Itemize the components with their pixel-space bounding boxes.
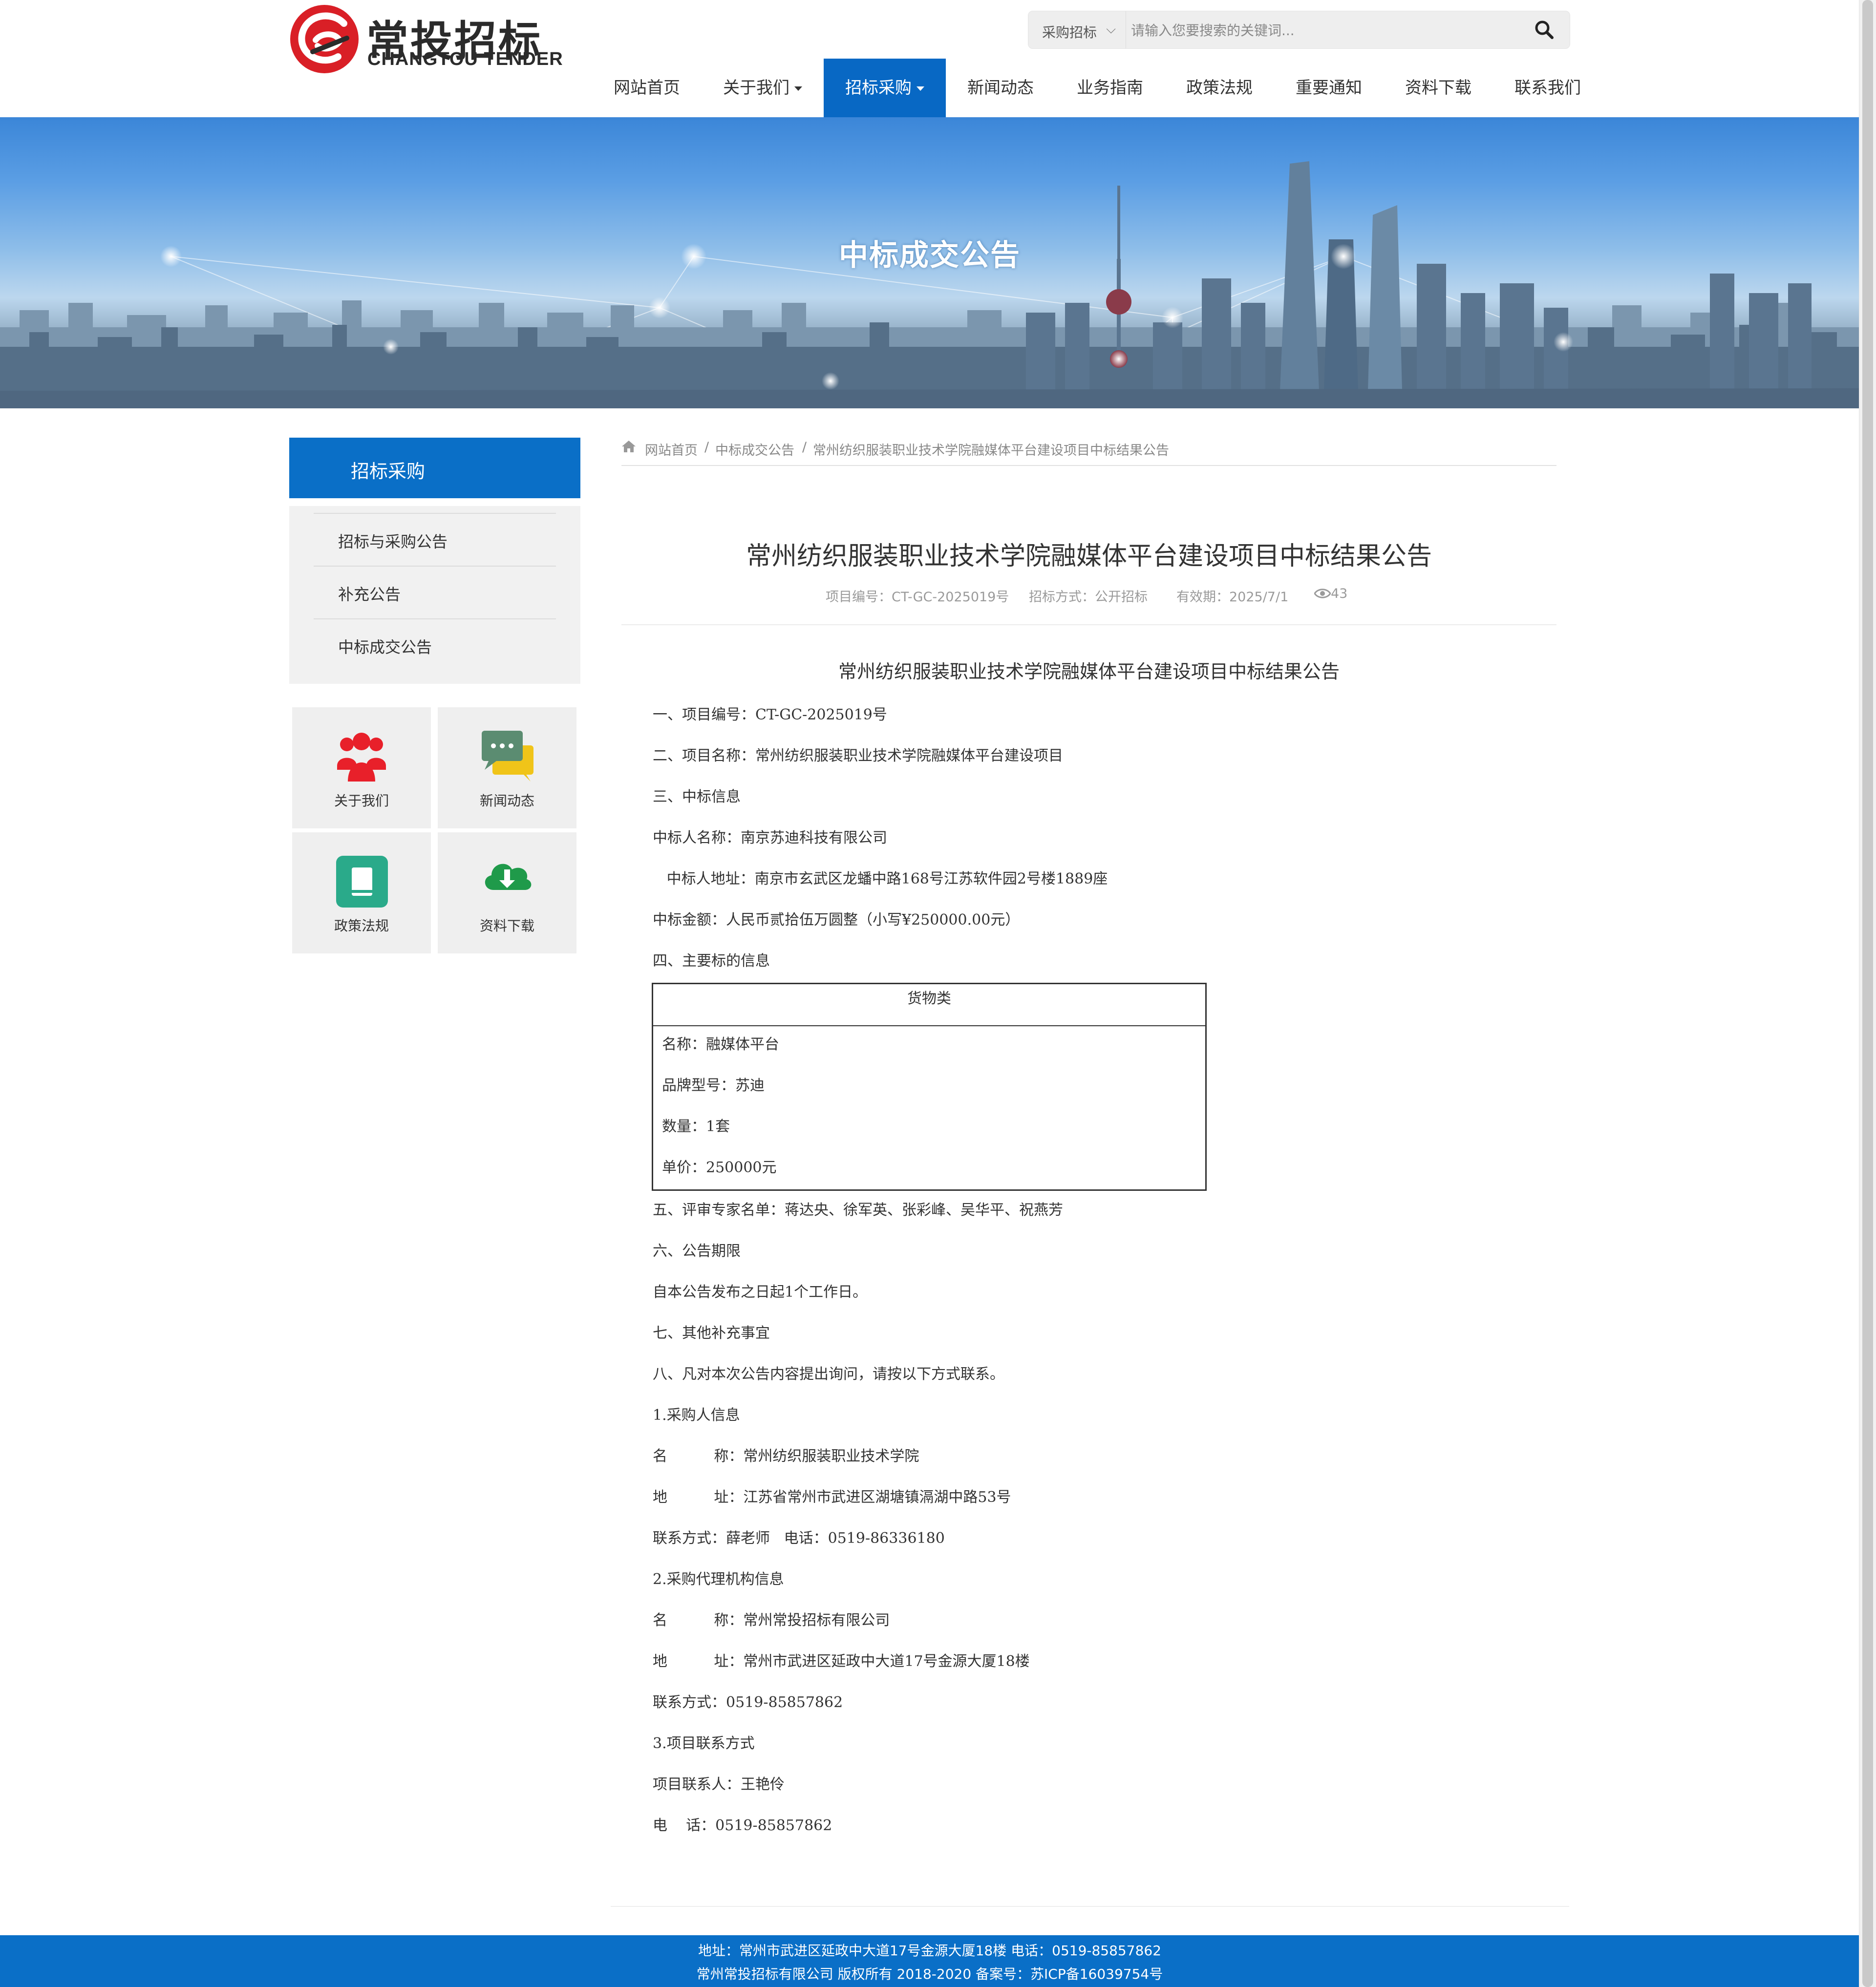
search-input[interactable] xyxy=(1130,16,1503,44)
chat-icon xyxy=(482,731,533,782)
nav-policy[interactable]: 政策法规 xyxy=(1165,59,1274,117)
banner-title: 中标成交公告 xyxy=(839,238,1021,273)
breadcrumb-current: 常州纺织服装职业技术学院融媒体平台建设项目中标结果公告 xyxy=(813,443,1169,458)
home-icon xyxy=(622,441,636,452)
doc-title: 常州纺织服装职业技术学院融媒体平台建设项目中标结果公告 xyxy=(838,661,1340,682)
sidebar-item-tender-notice[interactable]: 招标与采购公告 xyxy=(314,513,556,566)
nav-notice[interactable]: 重要通知 xyxy=(1274,59,1384,117)
breadcrumb-separator: / xyxy=(704,440,709,455)
table-row: 数量：1套 xyxy=(662,1118,730,1135)
breadcrumb-home[interactable]: 网站首页 xyxy=(645,440,698,459)
doc-line: 名 称：常州纺织服装职业技术学院 xyxy=(653,1448,919,1465)
validity-date: 有效期：2025/7/1 xyxy=(1176,590,1289,605)
doc-line: 自本公告发布之日起1个工作日。 xyxy=(653,1284,868,1301)
doc-line: 地 址：江苏省常州市武进区湖塘镇滆湖中路53号 xyxy=(653,1489,1011,1506)
doc-line: 联系方式：薛老师 电话：0519-86336180 xyxy=(653,1530,945,1547)
nav-home[interactable]: 网站首页 xyxy=(592,59,702,117)
site-logo[interactable]: 常投招标 CHANGTOU TENDER xyxy=(289,4,563,75)
nav-download[interactable]: 资料下载 xyxy=(1384,59,1493,117)
search-icon[interactable] xyxy=(1534,19,1555,41)
sidebar-menu: 招标与采购公告 补充公告 中标成交公告 xyxy=(289,506,580,684)
table-row: 单价：250000元 xyxy=(662,1159,777,1176)
footer-address: 地址：常州市武进区延政中大道17号金源大厦18楼 电话：0519-8585786… xyxy=(698,1943,1162,1959)
table-row: 名称：融媒体平台 xyxy=(662,1036,779,1053)
eye-icon xyxy=(1314,589,1331,598)
caret-down-icon xyxy=(917,86,924,91)
doc-line: 地 址：常州市武进区延政中大道17号金源大厦18楼 xyxy=(653,1653,1030,1670)
main-nav: 网站首页 关于我们 招标采购 新闻动态 业务指南 政策法规 重要通知 资料下载 … xyxy=(592,59,1602,117)
nav-about[interactable]: 关于我们 xyxy=(702,59,824,117)
doc-line: 六、公告期限 xyxy=(653,1243,741,1260)
search-category-value: 采购招标 xyxy=(1042,24,1097,41)
logo-mark-icon xyxy=(290,5,359,73)
scrollbar-thumb[interactable] xyxy=(1862,0,1873,1987)
doc-line: 三、中标信息 xyxy=(653,788,741,805)
doc-line: 五、评审专家名单：蒋达央、徐军英、张彩峰、吴华平、祝燕芳 xyxy=(653,1202,1063,1219)
doc-line: 中标金额：人民币贰拾伍万圆整（小写¥250000.00元） xyxy=(653,911,1020,929)
sidebar-title: 招标采购 xyxy=(289,438,580,498)
quick-link-about[interactable]: 关于我们 xyxy=(292,707,431,828)
goods-table: 货物类 名称：融媒体平台 品牌型号：苏迪 数量：1套 单价：250000元 xyxy=(652,983,1207,1191)
doc-line: 名 称：常州常投招标有限公司 xyxy=(653,1612,890,1629)
page-banner: 中标成交公告 xyxy=(0,117,1859,408)
divider xyxy=(621,624,1556,625)
doc-line: 八、凡对本次公告内容提出询问，请按以下方式联系。 xyxy=(653,1366,1004,1383)
breadcrumb: 网站首页 / 中标成交公告 / 常州纺织服装职业技术学院融媒体平台建设项目中标结… xyxy=(621,440,1556,466)
sidebar-item-supplement[interactable]: 补充公告 xyxy=(314,566,556,618)
search-category-select[interactable]: 采购招标 ⌵ xyxy=(1028,11,1126,48)
doc-line: 3.项目联系方式 xyxy=(653,1735,755,1752)
doc-line: 电 话：0519-85857862 xyxy=(653,1817,832,1834)
doc-line: 四、主要标的信息 xyxy=(653,952,770,970)
scrollbar[interactable] xyxy=(1859,0,1876,1987)
book-icon xyxy=(336,856,388,908)
doc-line: 联系方式：0519-85857862 xyxy=(653,1694,843,1711)
site-footer: 地址：常州市武进区延政中大道17号金源大厦18楼 电话：0519-8585786… xyxy=(0,1935,1859,1987)
doc-line: 2.采购代理机构信息 xyxy=(653,1571,784,1588)
quick-link-policy[interactable]: 政策法规 xyxy=(292,832,431,953)
footer-copyright: 常州常投招标有限公司 版权所有 2018-2020 备案号：苏ICP备16039… xyxy=(696,1966,1163,1982)
logo-text-en: CHANGTOU TENDER xyxy=(367,49,563,69)
divider xyxy=(611,1906,1569,1907)
caret-down-icon xyxy=(794,86,802,91)
doc-line: 一、项目编号：CT-GC-2025019号 xyxy=(653,706,887,723)
doc-line: 七、其他补充事宜 xyxy=(653,1325,770,1342)
sidebar-item-award[interactable]: 中标成交公告 xyxy=(314,618,556,671)
nav-tender[interactable]: 招标采购 xyxy=(824,59,946,117)
quick-link-download[interactable]: 资料下载 xyxy=(438,832,576,953)
search-bar: 采购招标 ⌵ xyxy=(1028,11,1570,49)
doc-line: 中标人名称：南京苏迪科技有限公司 xyxy=(653,829,887,846)
nav-guide[interactable]: 业务指南 xyxy=(1055,59,1165,117)
doc-line: 中标人地址：南京市玄武区龙蟠中路168号江苏软件园2号楼1889座 xyxy=(653,870,1108,888)
users-icon xyxy=(337,733,386,782)
breadcrumb-separator: / xyxy=(802,440,807,455)
nav-contact[interactable]: 联系我们 xyxy=(1493,59,1602,117)
tender-method: 招标方式：公开招标 xyxy=(1029,590,1148,605)
doc-line: 二、项目名称：常州纺织服装职业技术学院融媒体平台建设项目 xyxy=(653,747,1063,764)
chevron-down-icon: ⌵ xyxy=(1106,22,1116,37)
doc-line: 1.采购人信息 xyxy=(653,1407,740,1424)
nav-news[interactable]: 新闻动态 xyxy=(946,59,1055,117)
project-number: 项目编号：CT-GC-2025019号 xyxy=(826,590,1009,605)
quick-link-news[interactable]: 新闻动态 xyxy=(438,707,576,828)
cloud-download-icon xyxy=(485,864,532,890)
table-row: 品牌型号：苏迪 xyxy=(662,1077,765,1094)
article-title: 常州纺织服装职业技术学院融媒体平台建设项目中标结果公告 xyxy=(746,542,1432,571)
doc-line: 项目联系人：王艳伶 xyxy=(653,1776,785,1793)
site-header: 常投招标 CHANGTOU TENDER 采购招标 ⌵ 网站首页 关于我们 招标… xyxy=(0,0,1859,117)
table-header: 货物类 xyxy=(653,984,1205,1026)
view-count: 43 xyxy=(1331,586,1348,601)
breadcrumb-section[interactable]: 中标成交公告 xyxy=(715,440,794,459)
